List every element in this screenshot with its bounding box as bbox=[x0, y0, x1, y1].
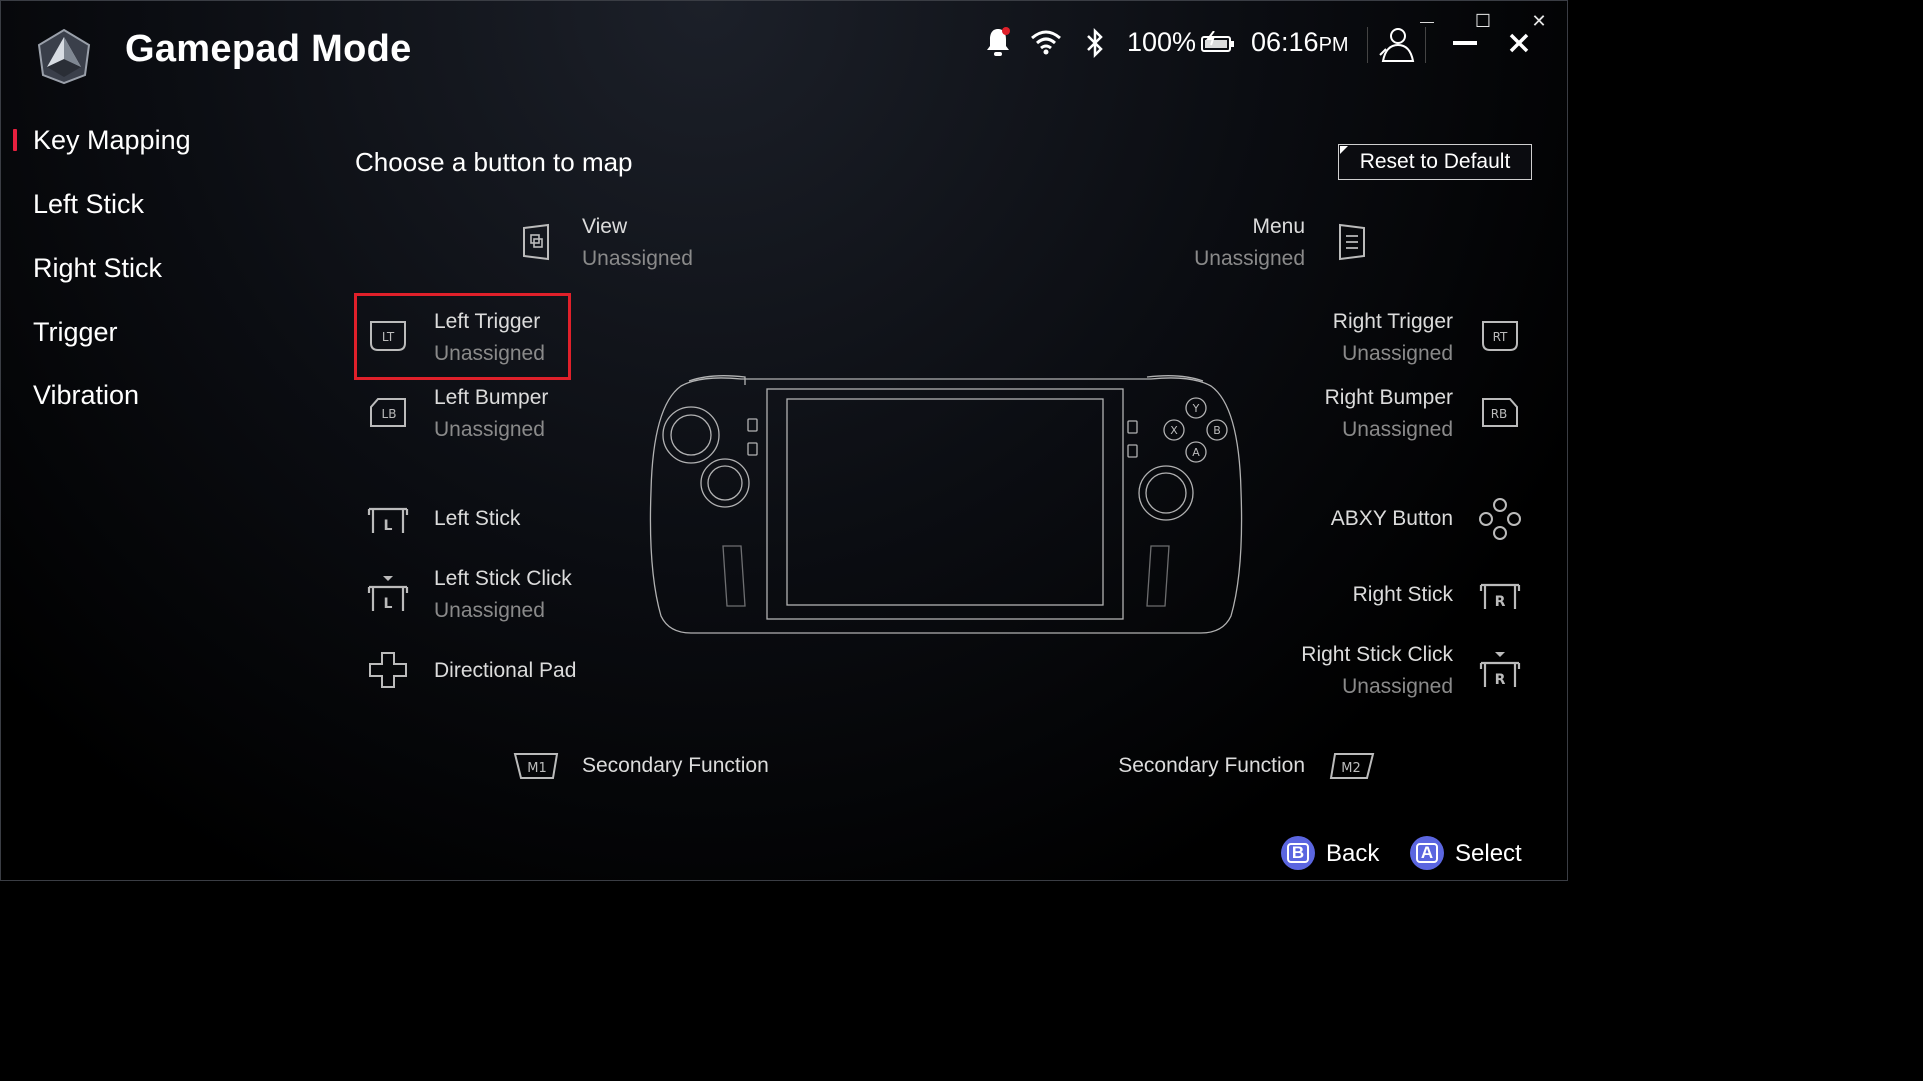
sidebar-item-right-stick[interactable]: Right Stick bbox=[33, 253, 162, 284]
select-hint-a-icon[interactable]: A bbox=[1410, 836, 1444, 870]
mapping-heading: Choose a button to map bbox=[355, 147, 633, 177]
select-label[interactable]: Select bbox=[1455, 840, 1522, 868]
dpad-icon[interactable] bbox=[368, 651, 408, 689]
device-y-label: Y bbox=[1192, 402, 1200, 415]
right-trigger-icon[interactable]: RT bbox=[1480, 319, 1520, 353]
right-stick-click-value: Unassigned bbox=[1342, 675, 1453, 698]
dpad-label[interactable]: Directional Pad bbox=[434, 659, 576, 683]
menu-label[interactable]: Menu bbox=[1252, 215, 1305, 239]
right-stick-icon[interactable]: R bbox=[1479, 579, 1521, 611]
left-stick-icon[interactable]: L bbox=[367, 503, 409, 535]
right-stick-click-icon[interactable]: R bbox=[1479, 649, 1521, 689]
battery-charging-icon bbox=[1200, 30, 1236, 60]
m2-icon-text: M2 bbox=[1341, 761, 1361, 776]
abxy-label[interactable]: ABXY Button bbox=[1331, 507, 1453, 531]
menu-icon[interactable] bbox=[1337, 223, 1367, 261]
lsc-icon-text: L bbox=[384, 596, 393, 612]
right-stick-click-label[interactable]: Right Stick Click bbox=[1301, 643, 1453, 667]
right-bumper-value: Unassigned bbox=[1342, 418, 1453, 441]
minimize-glyph: — bbox=[1420, 13, 1434, 29]
lt-icon-text: LT bbox=[382, 330, 395, 344]
back-hint-glyph: B bbox=[1286, 843, 1310, 863]
wifi-icon[interactable] bbox=[1030, 29, 1062, 60]
page-title: Gamepad Mode bbox=[125, 28, 412, 70]
right-bumper-icon[interactable]: RB bbox=[1480, 397, 1520, 429]
m1-icon[interactable]: M1 bbox=[513, 751, 559, 781]
left-trigger-label[interactable]: Left Trigger bbox=[434, 310, 540, 334]
rog-logo bbox=[35, 27, 93, 85]
rs-icon-text: R bbox=[1495, 594, 1506, 610]
device-b-label: B bbox=[1213, 424, 1221, 437]
minimize-icon[interactable] bbox=[1453, 41, 1477, 45]
left-stick-click-icon[interactable]: L bbox=[367, 573, 409, 613]
right-bumper-label[interactable]: Right Bumper bbox=[1325, 386, 1453, 410]
rb-icon-text: RB bbox=[1491, 407, 1508, 421]
back-hint-b-icon[interactable]: B bbox=[1281, 836, 1315, 870]
handheld-device-illustration: Y X B A bbox=[641, 371, 1251, 646]
rt-icon-text: RT bbox=[1493, 330, 1508, 344]
lb-icon-text: LB bbox=[382, 407, 397, 421]
menu-value: Unassigned bbox=[1194, 247, 1305, 270]
left-bumper-icon[interactable]: LB bbox=[368, 397, 408, 429]
device-x-label: X bbox=[1170, 424, 1178, 437]
header-divider bbox=[1367, 27, 1368, 63]
close-glyph: ✕ bbox=[1531, 10, 1547, 31]
m2-icon[interactable]: M2 bbox=[1329, 751, 1375, 781]
view-value: Unassigned bbox=[582, 247, 693, 270]
select-hint-glyph: A bbox=[1415, 843, 1439, 863]
user-icon[interactable] bbox=[1378, 25, 1418, 68]
m1-icon-text: M1 bbox=[527, 761, 547, 776]
reset-to-default-button[interactable]: Reset to Default bbox=[1338, 144, 1532, 180]
sidebar-item-key-mapping[interactable]: Key Mapping bbox=[33, 125, 191, 156]
back-label[interactable]: Back bbox=[1326, 840, 1379, 868]
left-bumper-value: Unassigned bbox=[434, 418, 545, 441]
clock-time: 06:16 bbox=[1251, 27, 1319, 57]
left-stick-click-value: Unassigned bbox=[434, 599, 545, 622]
close-icon[interactable] bbox=[1507, 31, 1531, 60]
sidebar-item-left-stick[interactable]: Left Stick bbox=[33, 189, 144, 220]
clock: 06:16PM bbox=[1251, 27, 1349, 58]
window-maximize-button[interactable]: ☐ bbox=[1455, 1, 1511, 41]
secondary-function-right-label[interactable]: Secondary Function bbox=[1118, 754, 1305, 778]
header-divider-2 bbox=[1425, 27, 1426, 63]
device-a-label: A bbox=[1192, 446, 1200, 459]
bell-icon[interactable] bbox=[983, 25, 1013, 64]
sidebar-item-trigger[interactable]: Trigger bbox=[33, 317, 118, 348]
left-stick-label[interactable]: Left Stick bbox=[434, 507, 520, 531]
bluetooth-icon[interactable] bbox=[1084, 27, 1106, 64]
maximize-glyph: ☐ bbox=[1474, 10, 1492, 31]
left-stick-click-label[interactable]: Left Stick Click bbox=[434, 567, 572, 591]
gamepad-mode-window: — ☐ ✕ Gamepad Mode 100% 06:16PM Key Mapp… bbox=[0, 0, 1568, 881]
secondary-function-left-label[interactable]: Secondary Function bbox=[582, 754, 769, 778]
view-icon[interactable] bbox=[521, 223, 551, 261]
right-trigger-value: Unassigned bbox=[1342, 342, 1453, 365]
left-trigger-icon[interactable]: LT bbox=[368, 319, 408, 353]
right-trigger-label[interactable]: Right Trigger bbox=[1333, 310, 1453, 334]
left-trigger-value: Unassigned bbox=[434, 342, 545, 365]
ls-icon-text: L bbox=[384, 518, 393, 534]
sidebar-item-vibration[interactable]: Vibration bbox=[33, 380, 139, 411]
left-bumper-label[interactable]: Left Bumper bbox=[434, 386, 548, 410]
rsc-icon-text: R bbox=[1495, 672, 1506, 688]
clock-suffix: PM bbox=[1318, 34, 1349, 56]
right-stick-label[interactable]: Right Stick bbox=[1353, 583, 1453, 607]
battery-percent: 100% bbox=[1127, 27, 1197, 57]
active-tab-marker bbox=[13, 129, 17, 151]
view-label[interactable]: View bbox=[582, 215, 627, 239]
abxy-icon[interactable] bbox=[1478, 497, 1522, 541]
